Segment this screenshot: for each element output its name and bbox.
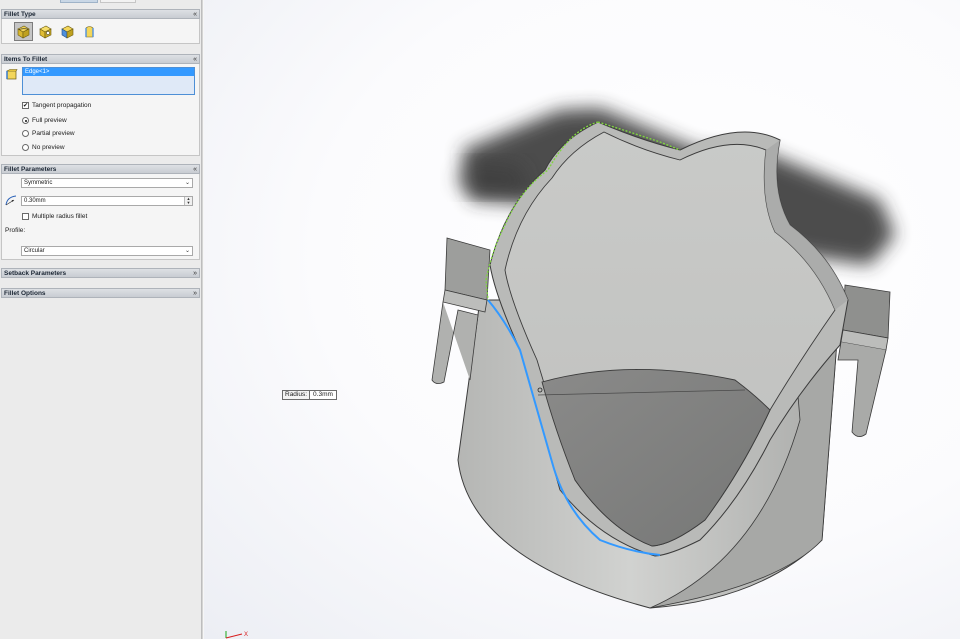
full-preview-label: Full preview <box>32 117 67 124</box>
expand-icon[interactable]: » <box>193 270 197 277</box>
section-title: Fillet Options <box>4 289 46 297</box>
chevron-down-icon: ⌄ <box>184 180 190 186</box>
panel-top-tabs <box>60 0 138 4</box>
radius-value: 0.30mm <box>24 198 46 204</box>
variable-radius-fillet-icon <box>39 25 52 39</box>
radius-spinner[interactable]: ▲ ▼ <box>184 197 192 205</box>
section-title: Fillet Parameters <box>4 165 57 173</box>
triad-x-label: X <box>244 632 248 638</box>
expand-icon[interactable]: » <box>193 290 197 297</box>
partial-preview-label: Partial preview <box>32 130 75 137</box>
face-fillet-button[interactable] <box>58 22 77 41</box>
section-title: Fillet Type <box>4 10 36 18</box>
setback-parameters-section: Setback Parameters » <box>1 268 200 278</box>
graphics-area[interactable] <box>204 0 960 639</box>
ok-cancel-tab[interactable] <box>60 0 98 3</box>
face-fillet-icon <box>61 25 74 39</box>
items-to-fillet-body: Edge<1> ✔ Tangent propagation Full previ… <box>1 64 200 156</box>
radius-callout[interactable]: Radius: 0.3mm <box>282 390 337 400</box>
no-preview-label: No preview <box>32 144 65 151</box>
setback-parameters-header[interactable]: Setback Parameters » <box>1 268 200 278</box>
full-preview-radio[interactable] <box>22 117 29 124</box>
multiple-radius-checkbox[interactable] <box>22 213 29 220</box>
full-preview-row[interactable]: Full preview <box>22 117 67 124</box>
tangent-propagation-row[interactable]: ✔ Tangent propagation <box>22 102 91 109</box>
no-preview-radio[interactable] <box>22 144 29 151</box>
help-tab[interactable] <box>100 0 136 3</box>
items-to-fillet-header[interactable]: Items To Fillet « <box>1 54 200 64</box>
property-manager-panel: Fillet Type « Items To Fillet « Edge<1> … <box>0 0 201 639</box>
fillet-options-section: Fillet Options » <box>1 288 200 298</box>
radius-callout-value[interactable]: 0.3mm <box>310 391 336 399</box>
profile-label-row: Profile: <box>5 227 25 234</box>
section-title: Setback Parameters <box>4 269 67 277</box>
multiple-radius-label: Multiple radius fillet <box>32 213 88 220</box>
variable-radius-fillet-button[interactable] <box>36 22 55 41</box>
fillet-type-body <box>1 19 200 44</box>
fillet-options-header[interactable]: Fillet Options » <box>1 288 200 298</box>
radius-icon <box>5 195 17 206</box>
tangent-propagation-label: Tangent propagation <box>32 102 92 109</box>
full-round-fillet-button[interactable] <box>80 22 99 41</box>
profile-label: Profile: <box>5 227 26 234</box>
selected-edge-item[interactable]: Edge<1> <box>23 68 194 76</box>
fillet-method-dropdown[interactable]: Symmetric ⌄ <box>21 178 193 188</box>
items-selection-box[interactable]: Edge<1> <box>22 67 195 95</box>
collapse-icon[interactable]: « <box>193 11 197 18</box>
multiple-radius-row[interactable]: Multiple radius fillet <box>22 213 87 220</box>
section-title: Items To Fillet <box>4 55 48 63</box>
constant-radius-fillet-button[interactable] <box>14 22 33 41</box>
model-shadow-lobe <box>455 160 530 195</box>
callout-leader-line <box>538 389 745 396</box>
partial-preview-radio[interactable] <box>22 130 29 137</box>
items-to-fillet-section: Items To Fillet « Edge<1> ✔ Tangent prop… <box>1 54 200 156</box>
profile-dropdown[interactable]: Circular ⌄ <box>21 246 193 256</box>
edge-selection-icon <box>6 69 18 80</box>
constant-radius-fillet-icon <box>17 25 30 39</box>
radius-input[interactable]: 0.30mm ▲ ▼ <box>21 196 193 206</box>
fillet-type-header[interactable]: Fillet Type « <box>1 9 200 19</box>
collapse-icon[interactable]: « <box>193 56 197 63</box>
full-round-fillet-icon <box>85 26 94 38</box>
part-model[interactable] <box>204 0 960 639</box>
chevron-down-icon: ⌄ <box>184 248 190 254</box>
tangent-propagation-checkbox[interactable]: ✔ <box>22 102 29 109</box>
collapse-icon[interactable]: « <box>193 166 197 173</box>
no-preview-row[interactable]: No preview <box>22 144 65 151</box>
reference-triad-icon: X <box>225 631 248 639</box>
fillet-parameters-header[interactable]: Fillet Parameters « <box>1 164 200 174</box>
profile-value: Circular <box>24 248 45 254</box>
fillet-type-section: Fillet Type « <box>1 9 200 44</box>
fillet-method-value: Symmetric <box>24 180 53 186</box>
radius-callout-label: Radius: <box>283 391 311 399</box>
partial-preview-row[interactable]: Partial preview <box>22 130 75 137</box>
fillet-parameters-body: Symmetric ⌄ 0.30mm ▲ ▼ Multiple radius fi… <box>1 174 200 260</box>
fillet-parameters-section: Fillet Parameters « Symmetric ⌄ 0.30mm ▲… <box>1 164 200 260</box>
